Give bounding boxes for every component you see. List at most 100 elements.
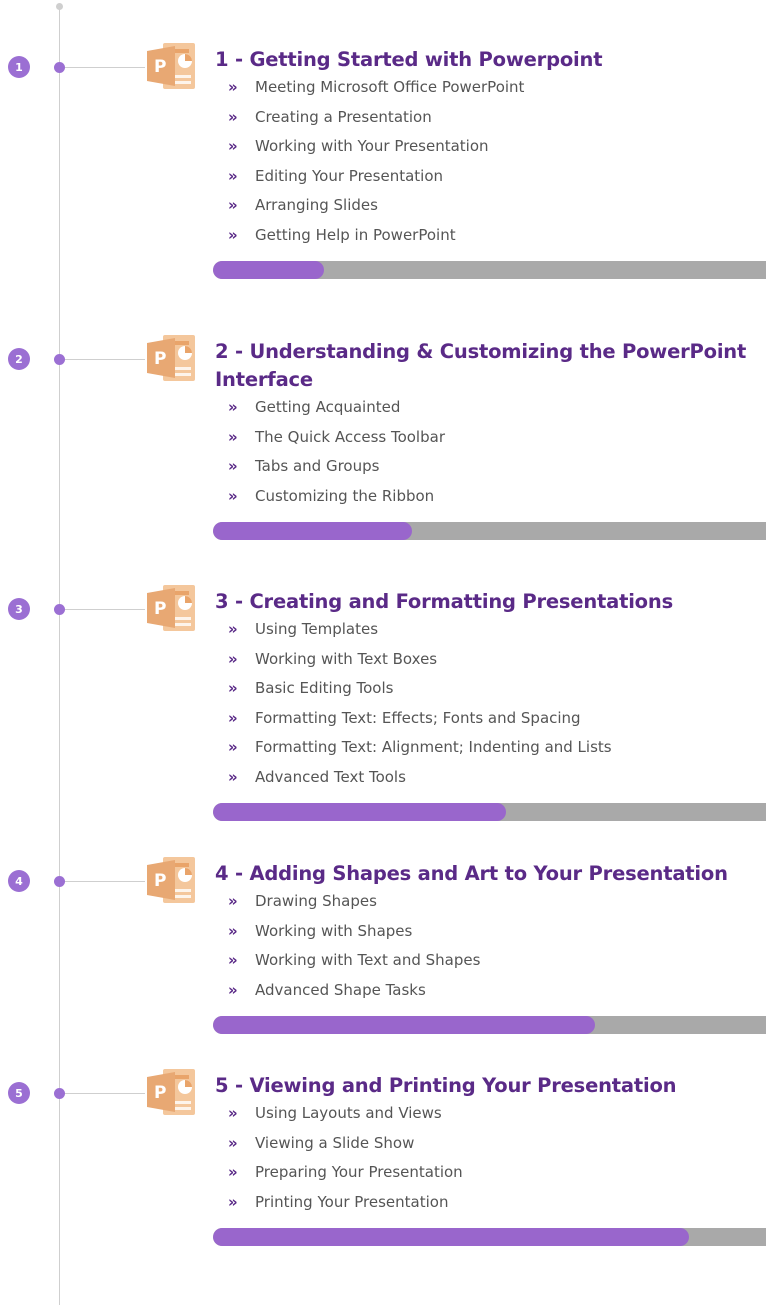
lesson-item[interactable]: » Getting Acquainted [228,393,445,423]
double-chevron-right-icon: » [228,137,238,155]
double-chevron-right-icon: » [228,892,238,910]
lesson-item[interactable]: » Editing Your Presentation [228,162,524,192]
lesson-item[interactable]: » Tabs and Groups [228,452,445,482]
module-number-badge: 1 [8,56,30,78]
double-chevron-right-icon: » [228,398,238,416]
lesson-item[interactable]: » Printing Your Presentation [228,1188,463,1218]
lesson-label: Formatting Text: Effects; Fonts and Spac… [255,708,581,727]
double-chevron-right-icon: » [228,980,238,999]
lesson-item[interactable]: » Working with Your Presentation [228,132,524,162]
svg-text:P: P [154,1083,166,1103]
lesson-list: » Getting Acquainted » The Quick Access Too… [228,393,445,511]
timeline-dot [54,604,65,615]
lesson-item[interactable]: » Formatting Text: Effects; Fonts and Spa… [228,704,612,734]
svg-text:P: P [154,57,166,77]
lesson-label: Advanced Shape Tasks [255,980,426,999]
lesson-item[interactable]: » Creating a Presentation [228,103,524,133]
module-number-badge: 4 [8,870,30,892]
timeline-connector [65,881,145,882]
progress-bar-fill [213,803,506,821]
lesson-item[interactable]: » Advanced Text Tools [228,763,612,793]
progress-bar [213,261,766,279]
double-chevron-right-icon: » [228,427,238,446]
svg-text:P: P [154,599,166,619]
double-chevron-right-icon: » [228,225,238,244]
lesson-label: Working with Text and Shapes [255,951,481,969]
progress-bar-fill [213,522,412,540]
lesson-label: Creating a Presentation [255,107,432,126]
module-number-badge: 2 [8,348,30,370]
lesson-label: Printing Your Presentation [255,1192,449,1211]
double-chevron-right-icon: » [228,767,238,786]
lesson-label: Working with Text Boxes [255,649,438,668]
lesson-item[interactable]: » The Quick Access Toolbar [228,423,445,453]
lesson-item[interactable]: » Basic Editing Tools [228,674,612,704]
double-chevron-right-icon: » [228,486,238,505]
lesson-item[interactable]: » Viewing a Slide Show [228,1129,463,1159]
svg-text:P: P [154,871,166,891]
lesson-label: Advanced Text Tools [255,767,406,786]
module-number-badge: 5 [8,1082,30,1104]
lesson-item[interactable]: » Preparing Your Presentation [228,1158,463,1188]
lesson-item[interactable]: » Working with Text Boxes [228,645,612,675]
double-chevron-right-icon: » [228,708,238,727]
lesson-list: » Using Layouts and Views » Viewing a Slide… [228,1099,463,1217]
double-chevron-right-icon: » [228,738,238,756]
lesson-item[interactable]: » Arranging Slides [228,191,524,221]
module-title: 4 - Adding Shapes and Art to Your Presen… [215,862,728,885]
powerpoint-icon: P [145,41,197,91]
lesson-item[interactable]: » Using Layouts and Views [228,1099,463,1129]
lesson-label: Preparing Your Presentation [255,1163,463,1181]
lesson-label: The Quick Access Toolbar [255,427,445,446]
double-chevron-right-icon: » [228,78,238,96]
lesson-list: » Meeting Microsoft Office PowerPoint » Cre… [228,73,524,250]
lesson-label: Tabs and Groups [255,457,380,475]
double-chevron-right-icon: » [228,951,238,969]
lesson-item[interactable]: » Working with Shapes [228,917,480,947]
module-title: 3 - Creating and Formatting Presentation… [215,590,673,613]
lesson-label: Arranging Slides [255,196,378,214]
timeline-dot [54,1088,65,1099]
timeline-dot [54,354,65,365]
progress-bar-fill [213,1228,689,1246]
lesson-item[interactable]: » Customizing the Ribbon [228,482,445,512]
lesson-item[interactable]: » Drawing Shapes [228,887,480,917]
powerpoint-icon: P [145,1067,197,1117]
timeline-line [59,6,60,1305]
progress-bar-fill [213,1016,595,1034]
timeline-start-dot [56,3,63,10]
progress-bar [213,803,766,821]
timeline-dot [54,876,65,887]
module-title: 2 - Understanding & Customizing the Powe… [215,340,747,391]
double-chevron-right-icon: » [228,679,238,697]
lesson-label: Formatting Text: Alignment; Indenting an… [255,738,612,756]
timeline-connector [65,609,145,610]
double-chevron-right-icon: » [228,1192,238,1211]
double-chevron-right-icon: » [228,921,238,940]
lesson-item[interactable]: » Advanced Shape Tasks [228,976,480,1006]
lesson-label: Viewing a Slide Show [255,1133,415,1152]
lesson-item[interactable]: » Meeting Microsoft Office PowerPoint [228,73,524,103]
double-chevron-right-icon: » [228,620,238,638]
double-chevron-right-icon: » [228,649,238,668]
lesson-list: » Drawing Shapes » Working with Shapes » Work… [228,887,480,1005]
lesson-label: Using Templates [255,620,379,638]
timeline-connector [65,1093,145,1094]
lesson-list: » Using Templates » Working with Text Boxes… [228,615,612,792]
powerpoint-icon: P [145,583,197,633]
progress-bar [213,522,766,540]
lesson-item[interactable]: » Formatting Text: Alignment; Indenting a… [228,733,612,763]
lesson-item[interactable]: » Using Templates [228,615,612,645]
lesson-item[interactable]: » Working with Text and Shapes [228,946,480,976]
lesson-label: Editing Your Presentation [255,166,444,185]
svg-text:P: P [154,349,166,369]
lesson-label: Getting Help in PowerPoint [255,225,456,244]
powerpoint-icon: P [145,333,197,383]
progress-bar [213,1016,766,1034]
lesson-label: Working with Your Presentation [255,137,489,155]
lesson-item[interactable]: » Getting Help in PowerPoint [228,221,524,251]
timeline-dot [54,62,65,73]
lesson-label: Meeting Microsoft Office PowerPoint [255,78,525,96]
progress-bar [213,1228,766,1246]
lesson-label: Basic Editing Tools [255,679,394,697]
